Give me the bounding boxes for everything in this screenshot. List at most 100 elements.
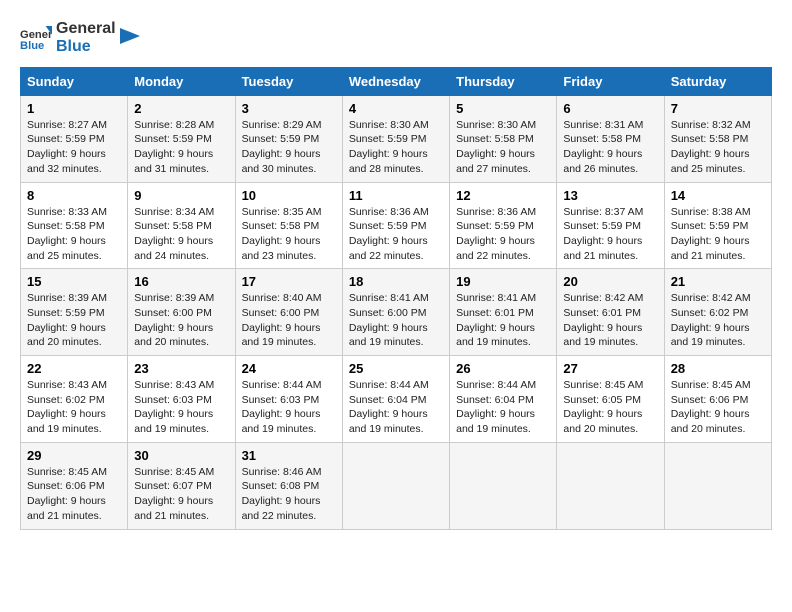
day-cell: 12 Sunrise: 8:36 AMSunset: 5:59 PMDaylig… — [450, 182, 557, 269]
weekday-header-sunday: Sunday — [21, 67, 128, 95]
day-cell: 15 Sunrise: 8:39 AMSunset: 5:59 PMDaylig… — [21, 269, 128, 356]
day-number: 4 — [349, 101, 443, 116]
day-number: 12 — [456, 188, 550, 203]
logo-general: General — [56, 20, 116, 38]
day-detail: Sunrise: 8:45 AMSunset: 6:05 PMDaylight:… — [563, 378, 657, 437]
weekday-header-saturday: Saturday — [664, 67, 771, 95]
calendar-table: SundayMondayTuesdayWednesdayThursdayFrid… — [20, 67, 772, 530]
day-number: 16 — [134, 274, 228, 289]
day-cell: 3 Sunrise: 8:29 AMSunset: 5:59 PMDayligh… — [235, 95, 342, 182]
day-cell: 28 Sunrise: 8:45 AMSunset: 6:06 PMDaylig… — [664, 356, 771, 443]
day-detail: Sunrise: 8:35 AMSunset: 5:58 PMDaylight:… — [242, 205, 336, 264]
day-cell: 5 Sunrise: 8:30 AMSunset: 5:58 PMDayligh… — [450, 95, 557, 182]
day-detail: Sunrise: 8:37 AMSunset: 5:59 PMDaylight:… — [563, 205, 657, 264]
day-cell: 17 Sunrise: 8:40 AMSunset: 6:00 PMDaylig… — [235, 269, 342, 356]
day-detail: Sunrise: 8:33 AMSunset: 5:58 PMDaylight:… — [27, 205, 121, 264]
day-number: 25 — [349, 361, 443, 376]
day-number: 19 — [456, 274, 550, 289]
day-cell — [664, 442, 771, 529]
day-cell: 30 Sunrise: 8:45 AMSunset: 6:07 PMDaylig… — [128, 442, 235, 529]
day-cell: 21 Sunrise: 8:42 AMSunset: 6:02 PMDaylig… — [664, 269, 771, 356]
day-detail: Sunrise: 8:31 AMSunset: 5:58 PMDaylight:… — [563, 118, 657, 177]
page-header: General Blue General Blue — [20, 20, 772, 57]
weekday-header-tuesday: Tuesday — [235, 67, 342, 95]
day-cell: 13 Sunrise: 8:37 AMSunset: 5:59 PMDaylig… — [557, 182, 664, 269]
week-row-5: 29 Sunrise: 8:45 AMSunset: 6:06 PMDaylig… — [21, 442, 772, 529]
day-detail: Sunrise: 8:42 AMSunset: 6:02 PMDaylight:… — [671, 291, 765, 350]
day-cell: 20 Sunrise: 8:42 AMSunset: 6:01 PMDaylig… — [557, 269, 664, 356]
day-number: 2 — [134, 101, 228, 116]
day-number: 20 — [563, 274, 657, 289]
week-row-2: 8 Sunrise: 8:33 AMSunset: 5:58 PMDayligh… — [21, 182, 772, 269]
day-detail: Sunrise: 8:41 AMSunset: 6:01 PMDaylight:… — [456, 291, 550, 350]
day-detail: Sunrise: 8:45 AMSunset: 6:06 PMDaylight:… — [27, 465, 121, 524]
day-cell: 29 Sunrise: 8:45 AMSunset: 6:06 PMDaylig… — [21, 442, 128, 529]
day-number: 13 — [563, 188, 657, 203]
day-detail: Sunrise: 8:27 AMSunset: 5:59 PMDaylight:… — [27, 118, 121, 177]
day-detail: Sunrise: 8:36 AMSunset: 5:59 PMDaylight:… — [349, 205, 443, 264]
week-row-4: 22 Sunrise: 8:43 AMSunset: 6:02 PMDaylig… — [21, 356, 772, 443]
day-number: 22 — [27, 361, 121, 376]
day-number: 23 — [134, 361, 228, 376]
logo-icon: General Blue — [20, 22, 52, 54]
weekday-header-wednesday: Wednesday — [342, 67, 449, 95]
day-number: 31 — [242, 448, 336, 463]
day-number: 6 — [563, 101, 657, 116]
day-detail: Sunrise: 8:45 AMSunset: 6:07 PMDaylight:… — [134, 465, 228, 524]
day-number: 11 — [349, 188, 443, 203]
logo: General Blue General Blue — [20, 20, 140, 57]
day-cell: 24 Sunrise: 8:44 AMSunset: 6:03 PMDaylig… — [235, 356, 342, 443]
day-number: 10 — [242, 188, 336, 203]
day-cell: 19 Sunrise: 8:41 AMSunset: 6:01 PMDaylig… — [450, 269, 557, 356]
weekday-header-row: SundayMondayTuesdayWednesdayThursdayFrid… — [21, 67, 772, 95]
day-detail: Sunrise: 8:40 AMSunset: 6:00 PMDaylight:… — [242, 291, 336, 350]
day-number: 3 — [242, 101, 336, 116]
day-cell: 14 Sunrise: 8:38 AMSunset: 5:59 PMDaylig… — [664, 182, 771, 269]
day-detail: Sunrise: 8:42 AMSunset: 6:01 PMDaylight:… — [563, 291, 657, 350]
day-number: 1 — [27, 101, 121, 116]
day-cell: 6 Sunrise: 8:31 AMSunset: 5:58 PMDayligh… — [557, 95, 664, 182]
day-detail: Sunrise: 8:30 AMSunset: 5:58 PMDaylight:… — [456, 118, 550, 177]
day-detail: Sunrise: 8:39 AMSunset: 6:00 PMDaylight:… — [134, 291, 228, 350]
day-detail: Sunrise: 8:38 AMSunset: 5:59 PMDaylight:… — [671, 205, 765, 264]
day-cell: 11 Sunrise: 8:36 AMSunset: 5:59 PMDaylig… — [342, 182, 449, 269]
svg-text:Blue: Blue — [20, 41, 44, 53]
logo-arrow-icon — [120, 28, 140, 48]
day-cell: 26 Sunrise: 8:44 AMSunset: 6:04 PMDaylig… — [450, 356, 557, 443]
svg-text:General: General — [20, 29, 52, 41]
day-detail: Sunrise: 8:39 AMSunset: 5:59 PMDaylight:… — [27, 291, 121, 350]
week-row-1: 1 Sunrise: 8:27 AMSunset: 5:59 PMDayligh… — [21, 95, 772, 182]
week-row-3: 15 Sunrise: 8:39 AMSunset: 5:59 PMDaylig… — [21, 269, 772, 356]
day-cell: 23 Sunrise: 8:43 AMSunset: 6:03 PMDaylig… — [128, 356, 235, 443]
day-detail: Sunrise: 8:32 AMSunset: 5:58 PMDaylight:… — [671, 118, 765, 177]
weekday-header-thursday: Thursday — [450, 67, 557, 95]
day-detail: Sunrise: 8:44 AMSunset: 6:04 PMDaylight:… — [349, 378, 443, 437]
day-cell: 7 Sunrise: 8:32 AMSunset: 5:58 PMDayligh… — [664, 95, 771, 182]
day-number: 8 — [27, 188, 121, 203]
day-detail: Sunrise: 8:36 AMSunset: 5:59 PMDaylight:… — [456, 205, 550, 264]
day-detail: Sunrise: 8:41 AMSunset: 6:00 PMDaylight:… — [349, 291, 443, 350]
day-number: 26 — [456, 361, 550, 376]
day-number: 7 — [671, 101, 765, 116]
day-number: 17 — [242, 274, 336, 289]
day-cell: 16 Sunrise: 8:39 AMSunset: 6:00 PMDaylig… — [128, 269, 235, 356]
day-number: 30 — [134, 448, 228, 463]
day-number: 28 — [671, 361, 765, 376]
day-detail: Sunrise: 8:34 AMSunset: 5:58 PMDaylight:… — [134, 205, 228, 264]
day-detail: Sunrise: 8:29 AMSunset: 5:59 PMDaylight:… — [242, 118, 336, 177]
day-detail: Sunrise: 8:44 AMSunset: 6:04 PMDaylight:… — [456, 378, 550, 437]
weekday-header-monday: Monday — [128, 67, 235, 95]
day-cell: 27 Sunrise: 8:45 AMSunset: 6:05 PMDaylig… — [557, 356, 664, 443]
day-detail: Sunrise: 8:28 AMSunset: 5:59 PMDaylight:… — [134, 118, 228, 177]
day-number: 29 — [27, 448, 121, 463]
day-number: 21 — [671, 274, 765, 289]
day-detail: Sunrise: 8:43 AMSunset: 6:02 PMDaylight:… — [27, 378, 121, 437]
day-number: 24 — [242, 361, 336, 376]
day-cell: 2 Sunrise: 8:28 AMSunset: 5:59 PMDayligh… — [128, 95, 235, 182]
day-detail: Sunrise: 8:45 AMSunset: 6:06 PMDaylight:… — [671, 378, 765, 437]
day-number: 15 — [27, 274, 121, 289]
day-cell: 18 Sunrise: 8:41 AMSunset: 6:00 PMDaylig… — [342, 269, 449, 356]
day-cell: 8 Sunrise: 8:33 AMSunset: 5:58 PMDayligh… — [21, 182, 128, 269]
day-detail: Sunrise: 8:43 AMSunset: 6:03 PMDaylight:… — [134, 378, 228, 437]
day-cell: 31 Sunrise: 8:46 AMSunset: 6:08 PMDaylig… — [235, 442, 342, 529]
